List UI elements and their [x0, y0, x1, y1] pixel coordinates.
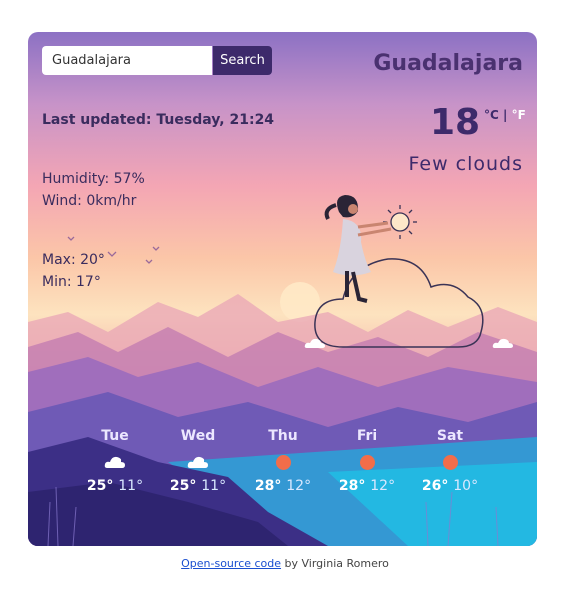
max-temperature: Max: 20°	[42, 252, 105, 268]
wind: Wind: 0km/hr	[42, 193, 137, 209]
forecast-day: Wed 25° 11°	[153, 428, 243, 494]
forecast-min: 11°	[118, 478, 144, 494]
source-code-link[interactable]: Open-source code	[181, 557, 281, 570]
weather-card: Search Guadalajara Last updated: Tuesday…	[28, 32, 537, 546]
sun-icon	[359, 454, 375, 470]
celsius-link[interactable]: °C	[484, 108, 499, 122]
forecast-day-name: Tue	[101, 428, 129, 444]
weather-description: Few clouds	[408, 153, 523, 175]
last-updated: Last updated: Tuesday, 21:24	[42, 112, 275, 128]
forecast-day-name: Sat	[436, 428, 464, 444]
forecast-day: Tue 25° 11°	[70, 428, 160, 494]
current-temperature: 18	[430, 102, 481, 143]
search-button[interactable]: Search	[213, 46, 272, 75]
forecast-day-name: Wed	[180, 428, 216, 444]
footer: Open-source code by Virginia Romero	[0, 557, 570, 570]
cloud-icon	[104, 456, 125, 468]
weather-illustration-icon	[314, 195, 484, 348]
forecast-max: 28°	[254, 478, 282, 494]
forecast-day-name: Fri	[356, 428, 378, 444]
cloud-icon	[187, 456, 208, 468]
forecast-day: Fri 28° 12°	[322, 428, 412, 494]
unit-separator: |	[498, 108, 512, 122]
search-input[interactable]	[42, 46, 212, 75]
footer-credit: by Virginia Romero	[281, 557, 389, 570]
forecast-min: 12°	[370, 478, 396, 494]
forecast-min: 10°	[453, 478, 479, 494]
humidity: Humidity: 57%	[42, 171, 145, 187]
forecast-day-name: Thu	[268, 428, 298, 444]
forecast-min: 11°	[201, 478, 227, 494]
sun-icon	[275, 454, 291, 470]
forecast-day: Sat 26° 10°	[405, 428, 495, 494]
unit-toggle: °C | °F	[484, 108, 526, 122]
forecast-max: 25°	[86, 478, 114, 494]
forecast-min: 12°	[286, 478, 312, 494]
small-cloud-icon	[492, 338, 513, 348]
min-temperature: Min: 17°	[42, 274, 101, 290]
forecast-max: 26°	[421, 478, 449, 494]
forecast-max: 25°	[169, 478, 197, 494]
sun-icon	[442, 454, 458, 470]
forecast-list: Tue 25° 11° Wed 25° 11° Thu 28° 12° Fri …	[28, 428, 537, 508]
forecast-day: Thu 28° 12°	[238, 428, 328, 494]
fahrenheit-link[interactable]: °F	[512, 108, 526, 122]
small-cloud-icon	[304, 338, 325, 348]
forecast-max: 28°	[338, 478, 366, 494]
city-name: Guadalajara	[373, 51, 523, 76]
